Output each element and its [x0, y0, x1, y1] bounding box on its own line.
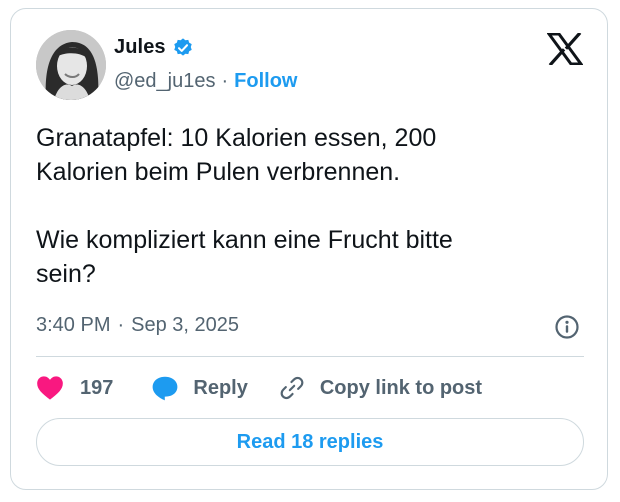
- link-icon: [280, 376, 304, 400]
- author-name-row: Jules: [114, 36, 194, 59]
- avatar[interactable]: [36, 30, 106, 100]
- author-handle[interactable]: @ed_ju1es: [114, 70, 215, 93]
- like-button[interactable]: 197: [36, 375, 113, 401]
- like-count: 197: [80, 376, 114, 399]
- heart-icon: [37, 376, 63, 400]
- x-logo-icon[interactable]: [546, 31, 584, 67]
- copy-link-button[interactable]: Copy link to post: [278, 375, 482, 401]
- divider: [36, 356, 584, 357]
- reply-label: Reply: [193, 376, 248, 399]
- read-replies-label: Read 18 replies: [236, 430, 384, 453]
- read-replies-button[interactable]: Read 18 replies: [36, 418, 584, 466]
- post-actions: 197 Reply Copy link to post: [36, 373, 482, 403]
- post-time-link[interactable]: 3:40 PM: [36, 314, 110, 337]
- author-name[interactable]: Jules: [114, 36, 166, 59]
- separator-dot: ·: [117, 314, 125, 336]
- avatar-photo: [36, 30, 106, 100]
- copy-link-label: Copy link to post: [319, 376, 483, 399]
- follow-button[interactable]: Follow: [234, 70, 297, 93]
- post-timestamp: 3:40 PM · Sep 3, 2025: [36, 314, 239, 337]
- reply-bubble-icon: [152, 376, 178, 401]
- info-icon[interactable]: [554, 314, 580, 340]
- reply-button[interactable]: Reply: [151, 375, 248, 401]
- verified-badge-icon: [172, 37, 194, 59]
- separator-dot: ·: [221, 70, 229, 92]
- post-date-link[interactable]: Sep 3, 2025: [131, 314, 239, 337]
- author-handle-row: @ed_ju1es · Follow: [114, 70, 297, 93]
- post-text: Granatapfel: 10 Kalorien essen, 200 Kalo…: [36, 124, 453, 288]
